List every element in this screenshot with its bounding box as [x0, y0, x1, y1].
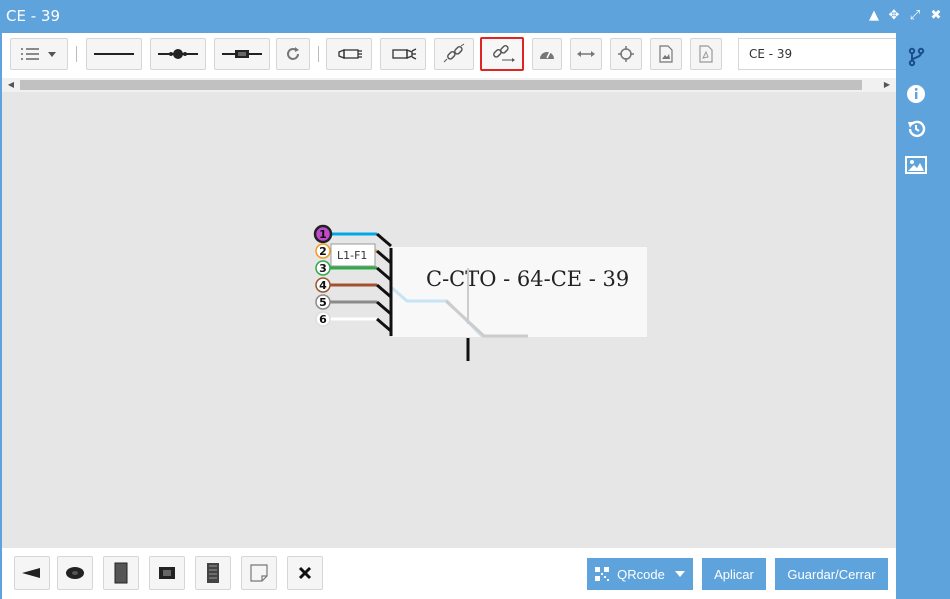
- apply-button[interactable]: Aplicar: [702, 558, 766, 590]
- window-title: CE - 39: [6, 7, 60, 25]
- tube-hatch: [376, 317, 392, 333]
- fiber-badge-3[interactable]: 3: [315, 260, 331, 276]
- pdf-file-icon: [699, 45, 713, 63]
- toolbar-divider: [318, 46, 319, 62]
- right-sidebar: [896, 33, 950, 599]
- bottom-bar: QRcode Aplicar Guardar/Cerrar: [2, 548, 896, 599]
- list-menu-icon: [21, 48, 56, 60]
- add-splice-button[interactable]: [57, 556, 93, 590]
- connector-icon: [222, 50, 262, 58]
- width-button[interactable]: [570, 38, 602, 70]
- editor-window: CE - 39 ▲ ✥ ⤢ ✖ CE - 39 ◀ ▶ C-CTO - 64-C…: [0, 0, 950, 599]
- fiber-badge-5[interactable]: 5: [315, 294, 331, 310]
- fiber-badge-4[interactable]: 4: [315, 277, 331, 293]
- unlink-button[interactable]: [434, 38, 474, 70]
- fiber-badge-6[interactable]: 6: [315, 311, 331, 327]
- add-note-button[interactable]: [241, 556, 277, 590]
- splice-icon: [158, 49, 198, 59]
- add-box-button[interactable]: [149, 556, 185, 590]
- refresh-button[interactable]: [276, 38, 310, 70]
- fiber-number: 5: [319, 296, 327, 309]
- fiber-badges[interactable]: 1 2 3 4 5 6: [313, 224, 333, 327]
- add-panel-button[interactable]: [195, 556, 231, 590]
- fiber-badge-2[interactable]: 2: [315, 243, 331, 259]
- expand-icon[interactable]: ⤢: [907, 8, 923, 24]
- gauge-icon: [540, 51, 554, 59]
- qrcode-button[interactable]: QRcode: [587, 558, 693, 590]
- rack-icon: [114, 562, 128, 584]
- horizontal-arrows-icon: [577, 51, 595, 57]
- fiber-number: 2: [319, 245, 327, 258]
- move-icon[interactable]: ✥: [886, 8, 902, 24]
- box-label: C-CTO - 64-CE - 39: [426, 267, 629, 291]
- fiber-number: 4: [319, 279, 327, 292]
- splice-diagram[interactable]: C-CTO - 64-CE - 39 1 2 3 4 5 6 L1-F1: [2, 92, 896, 548]
- dashboard-button[interactable]: [532, 38, 562, 70]
- image-file-icon: [659, 45, 673, 63]
- patch-panel-icon: [207, 563, 219, 583]
- broken-link-icon: [443, 43, 465, 63]
- tube-hatches: [376, 232, 392, 333]
- splitter-in-button[interactable]: [326, 38, 372, 70]
- crosshair-icon: [618, 46, 634, 62]
- info-icon: [907, 85, 925, 103]
- fiber-branch-tab[interactable]: [904, 45, 928, 69]
- images-tab[interactable]: [904, 153, 928, 177]
- toolbar-divider: [76, 46, 77, 62]
- chevron-down-icon: [674, 571, 685, 577]
- save-close-button[interactable]: Guardar/Cerrar: [775, 558, 888, 590]
- add-connector-end-button[interactable]: [14, 556, 50, 590]
- scroll-thumb[interactable]: [20, 80, 862, 90]
- refresh-icon: [287, 47, 299, 60]
- cable-tool-button[interactable]: [86, 38, 142, 70]
- splice-tool-button[interactable]: [150, 38, 206, 70]
- splitter-out-button[interactable]: [380, 38, 426, 70]
- qrcode-label: QRcode: [617, 566, 665, 582]
- title-bar: CE - 39 ▲ ✥ ⤢ ✖: [0, 0, 950, 33]
- qrcode-icon: [595, 567, 610, 581]
- list-menu-button[interactable]: [10, 38, 68, 70]
- delete-x-icon: [298, 566, 312, 580]
- export-pdf-button[interactable]: [690, 38, 722, 70]
- box-label-background: [392, 247, 647, 337]
- collapse-icon[interactable]: ▲: [866, 8, 882, 24]
- history-tab[interactable]: [904, 117, 928, 141]
- scroll-right-icon[interactable]: ▶: [880, 78, 894, 92]
- fiber-number: 3: [319, 262, 327, 275]
- add-rack-button[interactable]: [103, 556, 139, 590]
- splitter-right-icon: [392, 48, 417, 60]
- fiber-badge-1[interactable]: 1: [313, 224, 333, 244]
- fiber-tooltip-text: L1-F1: [337, 249, 367, 262]
- export-image-button[interactable]: [650, 38, 682, 70]
- center-button[interactable]: [610, 38, 642, 70]
- tube-hatch: [376, 266, 392, 282]
- image-icon: [905, 156, 927, 174]
- fiber-number: 1: [319, 228, 327, 241]
- diagram-canvas[interactable]: C-CTO - 64-CE - 39 1 2 3 4 5 6 L1-F1: [2, 92, 896, 548]
- fiber-number: 6: [319, 313, 327, 326]
- box-icon: [159, 567, 175, 579]
- horizontal-scrollbar[interactable]: ◀ ▶: [2, 78, 896, 92]
- tube-hatch: [376, 249, 392, 265]
- connector-end-icon: [22, 568, 40, 578]
- tube-hatch: [376, 300, 392, 316]
- box-name-input[interactable]: [738, 38, 898, 70]
- connector-tool-button[interactable]: [214, 38, 270, 70]
- close-icon[interactable]: ✖: [928, 8, 944, 24]
- info-tab[interactable]: [904, 82, 928, 106]
- delete-button[interactable]: [287, 556, 323, 590]
- toolbar: [2, 33, 898, 78]
- splice-closure-icon: [66, 567, 84, 579]
- disconnect-tool-button[interactable]: [480, 37, 524, 71]
- tube-hatch: [376, 283, 392, 299]
- disconnect-link-icon: [493, 45, 515, 62]
- splitter-left-icon: [338, 49, 362, 59]
- branch-icon: [908, 47, 925, 67]
- history-icon: [908, 120, 926, 138]
- tube-hatch: [376, 232, 392, 248]
- note-icon: [250, 564, 268, 582]
- cable-line-icon: [94, 53, 134, 55]
- scroll-left-icon[interactable]: ◀: [4, 78, 18, 92]
